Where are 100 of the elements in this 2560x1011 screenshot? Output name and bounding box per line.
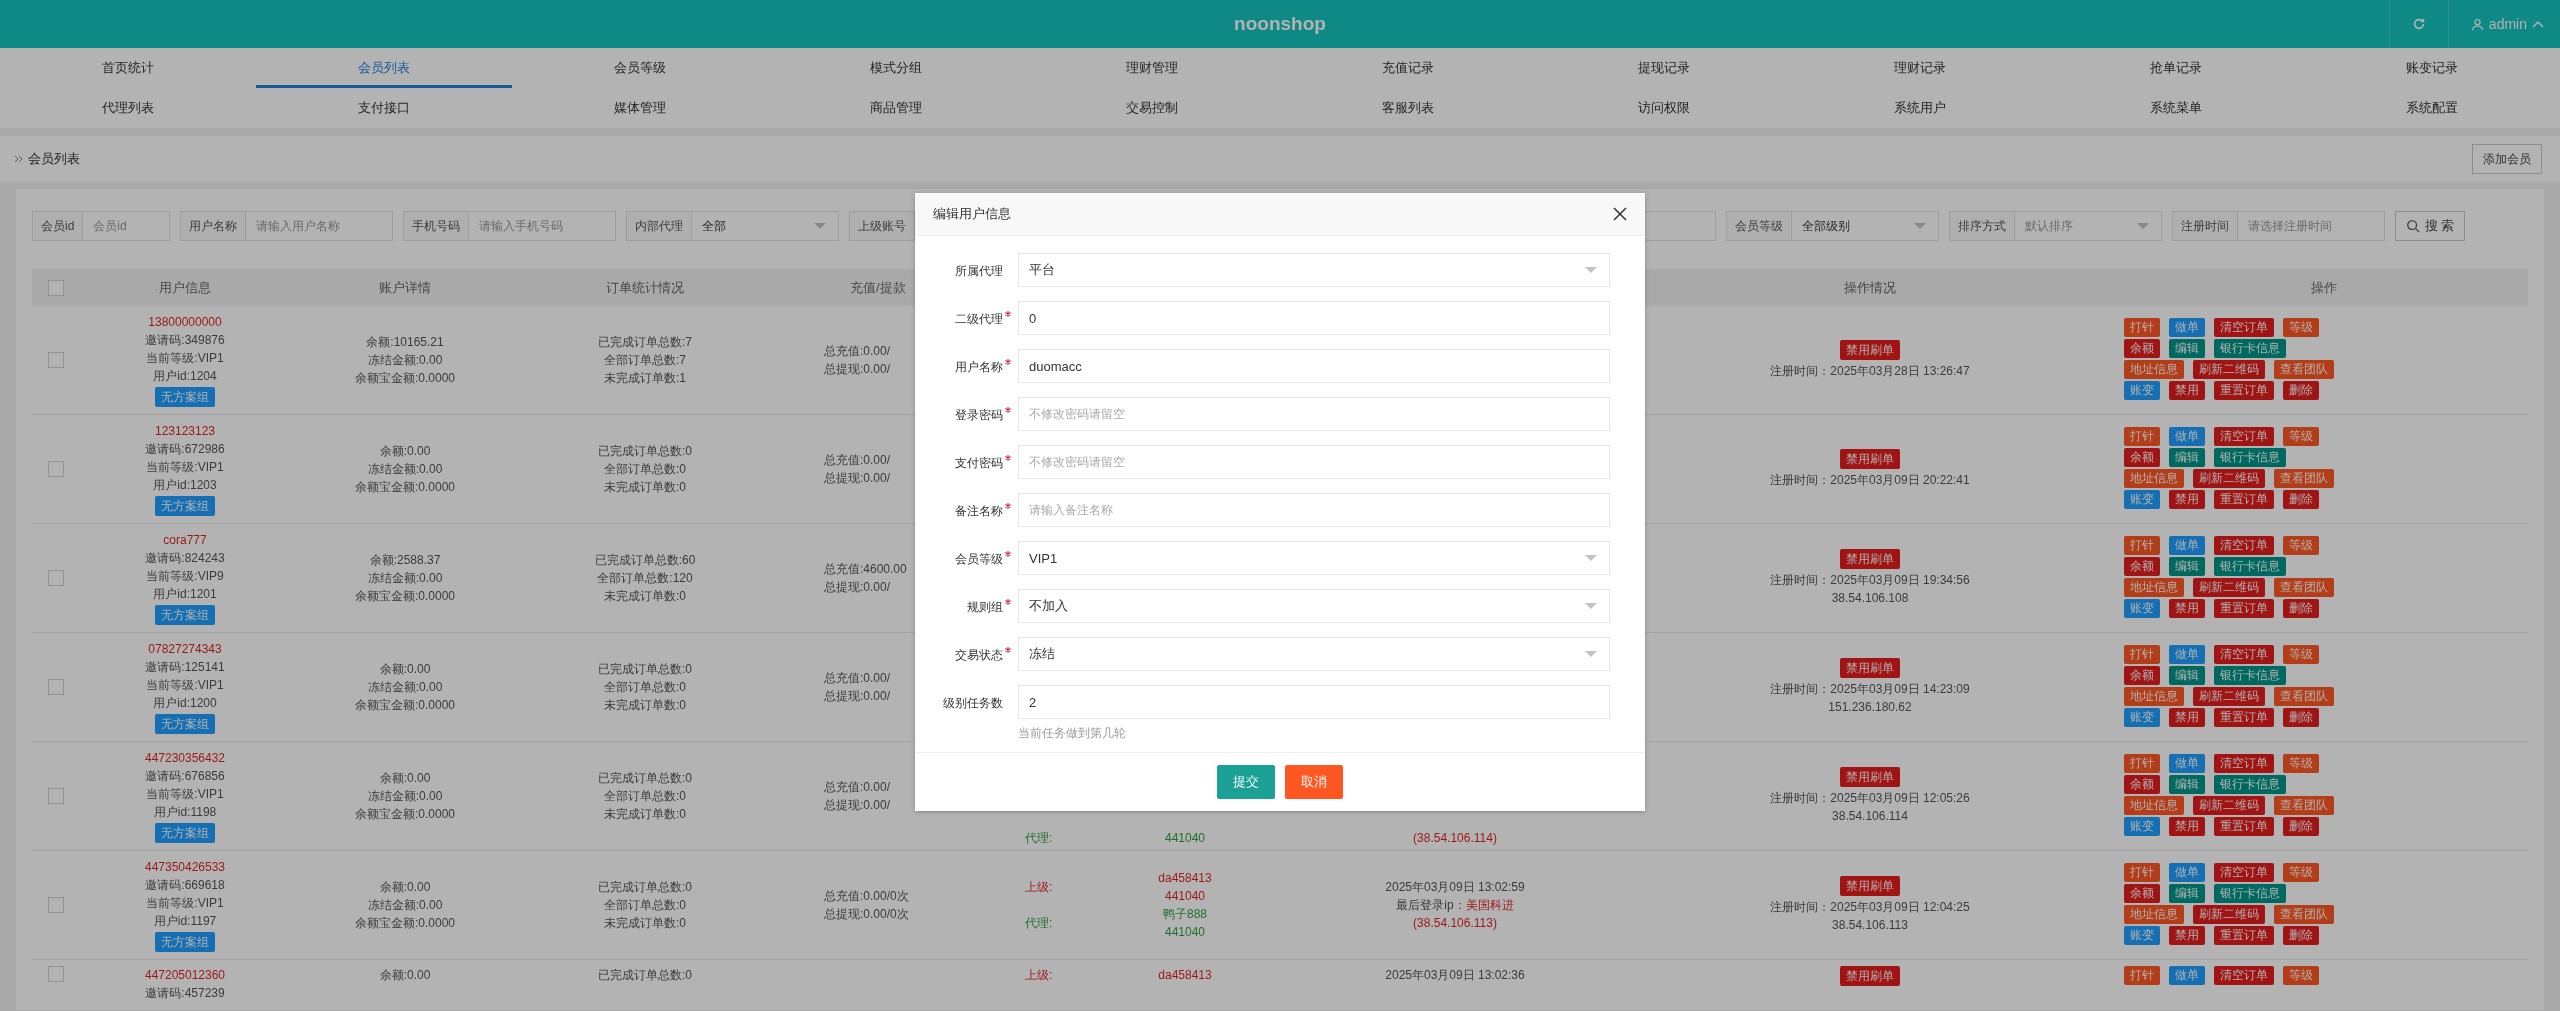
registration-info: 注册时间：2025年03月09日 12:05:26 [1770, 790, 1970, 807]
user-name: 123123123 [154, 423, 216, 440]
order-stat: 未完成订单数:0 [604, 697, 686, 714]
order-stat: 未完成订单数:0 [604, 915, 686, 932]
user-detail: 当前等级:VIP1 [146, 459, 224, 476]
funds-stat: 总充值:0.00/ [824, 343, 891, 360]
order-stat: 未完成订单数:0 [604, 479, 686, 496]
order-stat: 已完成订单总数:0 [598, 661, 692, 678]
form-label: 会员等级 [955, 551, 1003, 568]
login-ip-label: 最后登录ip： [1396, 897, 1466, 914]
user-detail: 邀请码:457239 [145, 985, 225, 1002]
registration-info: 注册时间：2025年03月09日 14:23:09 [1770, 681, 1970, 698]
form-label: 登录密码 [955, 407, 1003, 424]
funds-stat: 总提现:0.00/ [824, 470, 891, 487]
account-detail: 余额宝金额:0.0000 [354, 915, 455, 932]
form-label: 交易状态 [955, 647, 1003, 664]
plan-group-badge: 无方案组 [155, 932, 215, 952]
account-detail: 冻结金额:0.00 [367, 461, 443, 478]
user-detail: 当前等级:VIP1 [146, 895, 224, 912]
user-detail: 当前等级:VIP9 [146, 568, 224, 585]
form-label: 支付密码 [955, 455, 1003, 472]
order-stat: 已完成订单总数:0 [598, 443, 692, 460]
registration-info: 注册时间：2025年03月09日 12:04:25 [1770, 899, 1970, 916]
order-stat: 全部订单总数:7 [604, 352, 686, 369]
user-detail: 用户id:1201 [153, 586, 217, 603]
login-ip-address: (38.54.106.113) [1413, 915, 1497, 932]
funds-stat: 总充值:0.00/0次 [824, 888, 909, 905]
user-name: 07827274343 [148, 641, 222, 658]
form-label: 所属代理 [955, 263, 1003, 280]
account-detail: 冻结金额:0.00 [367, 897, 443, 914]
breadcrumb-title: 会员列表 [28, 150, 80, 168]
user-detail: 当前等级:VIP1 [146, 677, 224, 694]
plan-group-badge: 无方案组 [155, 605, 215, 625]
form-label: 二级代理 [955, 311, 1003, 328]
account-detail: 余额宝金额:0.0000 [354, 370, 455, 387]
plan-group-badge: 无方案组 [155, 496, 215, 516]
relation-value: 441040 [1164, 888, 1205, 905]
plan-group-badge: 无方案组 [155, 823, 215, 843]
order-stat: 已完成订单总数:0 [598, 879, 692, 896]
account-detail: 余额:0.00 [379, 443, 431, 460]
user-name: 447230356432 [144, 750, 226, 767]
user-name: 447205012360 [144, 967, 226, 984]
brand-title: noonshop [1234, 13, 1326, 35]
column-header: 充值/提款 [850, 278, 906, 297]
user-name: 13800000000 [148, 314, 222, 331]
funds-stat: 总充值:0.00/ [824, 779, 891, 796]
account-detail: 冻结金额:0.00 [367, 788, 443, 805]
column-header: 操作情况 [1844, 278, 1896, 297]
login-time: 2025年03月09日 13:02:36 [1385, 967, 1525, 984]
relation-label: 上级: [1025, 967, 1054, 984]
order-stat: 已完成订单总数:0 [598, 967, 692, 984]
order-stat: 全部订单总数:0 [604, 461, 686, 478]
registration-info: 38.54.106.113 [1832, 917, 1908, 934]
order-stat: 未完成订单数:1 [604, 370, 686, 387]
user-name: cora777 [163, 532, 207, 549]
relation-label: 代理: [1025, 915, 1054, 932]
relation-label: 代理: [1025, 830, 1054, 847]
account-detail: 冻结金额:0.00 [367, 570, 443, 587]
order-stat: 未完成订单数:0 [604, 588, 686, 605]
user-detail: 用户id:1198 [153, 804, 217, 821]
column-header: 操作 [2311, 278, 2337, 297]
user-detail: 邀请码:824243 [145, 550, 225, 567]
funds-stat: 总充值:0.00/ [824, 670, 891, 687]
form-label: 用户名称 [955, 359, 1003, 376]
funds-stat: 总提现:0.00/0次 [824, 906, 909, 923]
registration-info: 38.54.106.114 [1832, 808, 1908, 825]
user-detail: 邀请码:349876 [145, 332, 225, 349]
account-detail: 余额:0.00 [379, 967, 431, 984]
plan-group-badge: 无方案组 [155, 387, 215, 407]
relation-value: da458413 [1158, 870, 1212, 887]
account-detail: 余额:10165.21 [366, 334, 444, 351]
form-label: 规则组 [967, 599, 1003, 616]
funds-stat: 总提现:0.00/ [824, 579, 891, 596]
login-ip-location: 美国科进 [1465, 897, 1514, 914]
account-detail: 余额:0.00 [379, 661, 431, 678]
account-detail: 余额:0.00 [379, 770, 431, 787]
user-detail: 用户id:1204 [153, 368, 217, 385]
order-stat: 全部订单总数:120 [597, 570, 693, 587]
relation-value: 鸭子888 [1163, 906, 1207, 923]
order-stat: 已完成订单总数:7 [598, 334, 692, 351]
column-header: 用户信息 [159, 278, 211, 297]
order-stat: 全部订单总数:0 [604, 679, 686, 696]
user-detail: 当前等级:VIP1 [146, 350, 224, 367]
relation-value: da458413 [1158, 967, 1212, 984]
relation-label: 上级: [1025, 879, 1054, 896]
relation-value: 441040 [1164, 830, 1205, 847]
order-stat: 全部订单总数:0 [604, 788, 686, 805]
column-header: 订单统计情况 [606, 278, 684, 297]
user-name: 447350426533 [144, 859, 226, 876]
user-detail: 邀请码:676856 [145, 768, 225, 785]
account-detail: 余额:0.00 [379, 879, 431, 896]
order-stat: 未完成订单数:0 [604, 806, 686, 823]
registration-info: 注册时间：2025年03月28日 13:26:47 [1770, 363, 1970, 380]
login-time: 2025年03月09日 13:02:59 [1385, 879, 1525, 896]
relation-value: 441040 [1164, 924, 1205, 941]
registration-info: 38.54.106.108 [1831, 590, 1909, 607]
login-ip-address: (38.54.106.114) [1413, 830, 1497, 847]
user-detail: 当前等级:VIP1 [146, 786, 224, 803]
field-hint: 当前任务做到第几轮 [1018, 725, 1127, 742]
user-detail: 用户id:1197 [153, 913, 217, 930]
